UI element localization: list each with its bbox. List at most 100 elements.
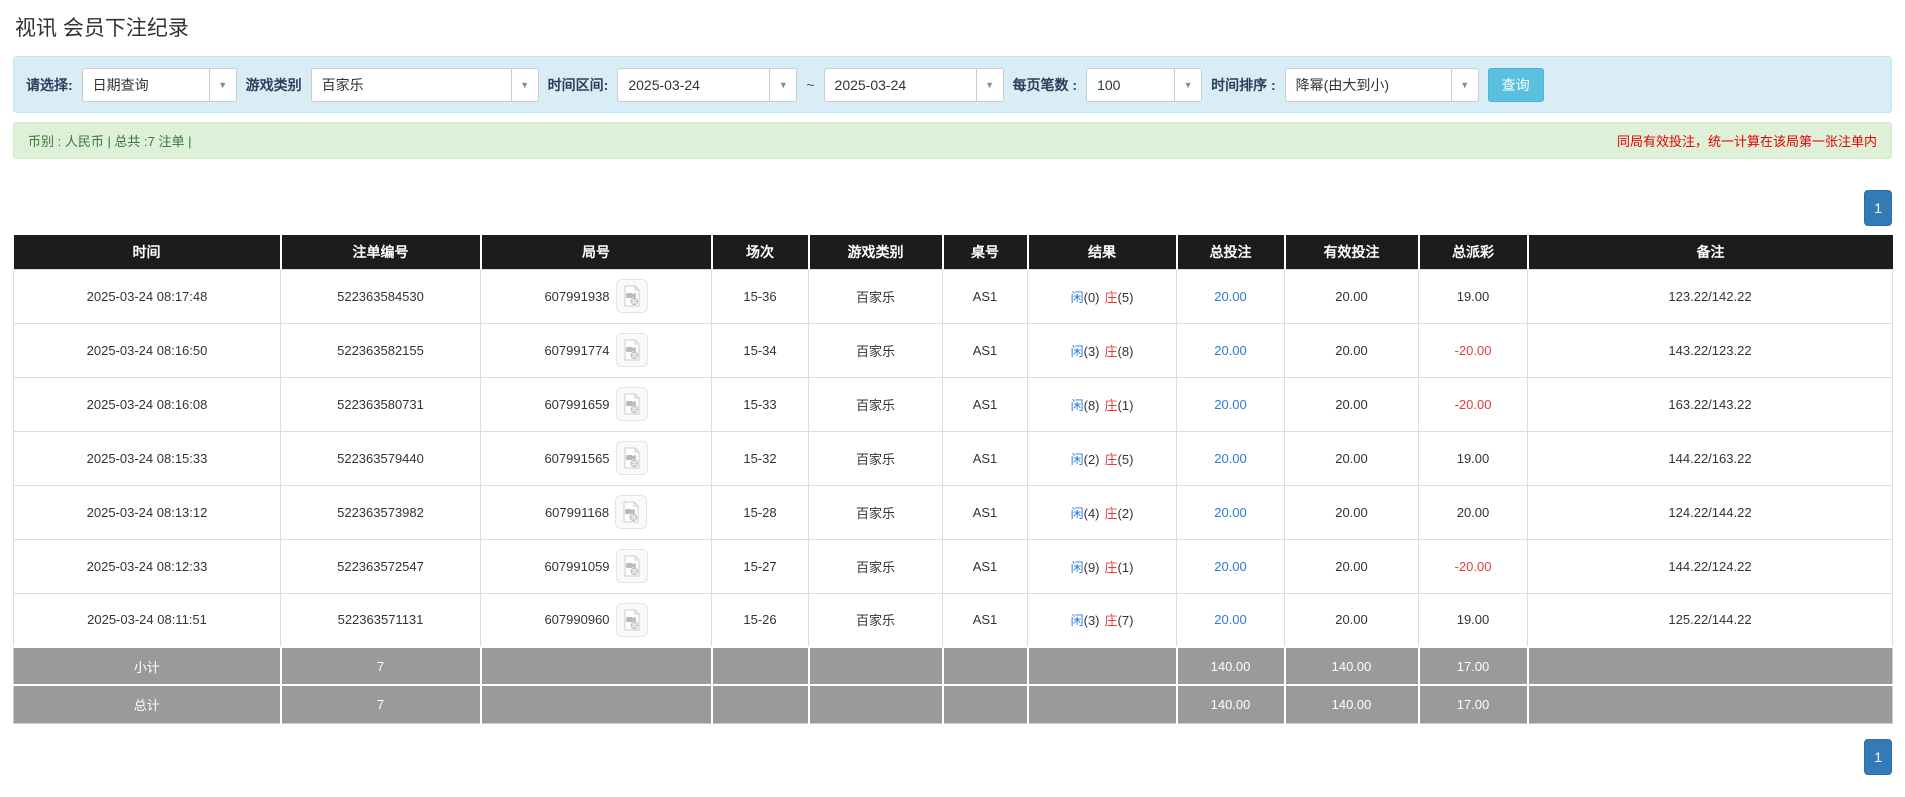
sort-order-value: 降幂(由大到小) <box>1295 76 1389 93</box>
total-bet-link[interactable]: 20.00 <box>1214 505 1247 520</box>
page-size-select[interactable]: 100 ▼ <box>1086 67 1203 102</box>
date-to-value: 2025-03-24 <box>834 76 907 93</box>
subtotal-empty <box>479 646 713 686</box>
grand-total-empty <box>807 684 944 724</box>
cell-time: 2025-03-24 08:16:08 <box>13 376 281 432</box>
cell-valid-bet: 20.00 <box>1284 430 1419 486</box>
round-id: 607991168 <box>544 504 610 520</box>
cell-table-no: AS1 <box>942 592 1028 648</box>
cell-session: 15-28 <box>711 484 809 540</box>
page-size-label: 每页笔数 : <box>1012 76 1078 93</box>
cell-round: 607991059 <box>480 538 712 594</box>
cell-round: 607991168 <box>480 484 712 540</box>
table-row: 2025-03-24 08:15:33 522363579440 6079915… <box>13 430 1893 486</box>
subtotal-valid-bet: 140.00 <box>1283 646 1420 686</box>
result-banker-label: 庄 <box>1104 613 1118 629</box>
grand-total-empty <box>1026 684 1178 724</box>
cell-result: 闲(3) 庄(8) <box>1027 322 1177 378</box>
betting-records-table: 时间 注单编号 局号 场次 游戏类别 桌号 结果 总投注 有效投注 总派彩 备注… <box>13 235 1893 724</box>
result-player-label: 闲 <box>1070 559 1084 575</box>
total-bet-link[interactable]: 20.00 <box>1214 343 1247 358</box>
cell-round: 607990960 <box>480 592 712 648</box>
cell-table-no: AS1 <box>942 376 1028 432</box>
video-replay-button[interactable] <box>615 387 648 421</box>
round-id: 607991938 <box>544 288 610 304</box>
result-player-label: 闲 <box>1070 343 1084 359</box>
result-banker-label: 庄 <box>1104 289 1118 305</box>
total-bet-link[interactable]: 20.00 <box>1214 397 1247 412</box>
result-banker-label: 庄 <box>1104 343 1118 359</box>
result-banker-score: (1) <box>1117 397 1134 413</box>
table-row: 2025-03-24 08:16:50 522363582155 6079917… <box>13 322 1893 378</box>
video-replay-button[interactable] <box>615 602 648 637</box>
col-header-valid-bet: 有效投注 <box>1283 235 1420 269</box>
table-row: 2025-03-24 08:16:08 522363580731 6079916… <box>13 376 1893 432</box>
video-file-icon <box>624 555 640 577</box>
page-1-button[interactable]: 1 <box>1864 190 1892 226</box>
sort-order-select[interactable]: 降幂(由大到小) ▼ <box>1284 67 1479 102</box>
cell-game: 百家乐 <box>808 268 943 324</box>
cell-remark: 144.22/124.22 <box>1527 538 1893 594</box>
video-file-icon <box>624 285 640 307</box>
date-to-select[interactable]: 2025-03-24 ▼ <box>823 67 1004 102</box>
table-row: 2025-03-24 08:13:12 522363573982 6079911… <box>13 484 1893 540</box>
col-header-game: 游戏类别 <box>807 235 944 269</box>
chevron-down-icon: ▼ <box>975 68 1003 101</box>
result-player-label: 闲 <box>1070 451 1084 467</box>
cell-result: 闲(3) 庄(7) <box>1027 592 1177 648</box>
video-file-icon <box>624 393 640 415</box>
date-from-select[interactable]: 2025-03-24 ▼ <box>617 67 798 102</box>
query-type-select[interactable]: 日期查询 ▼ <box>81 67 237 102</box>
video-replay-button[interactable] <box>615 549 648 583</box>
cell-total-bet: 20.00 <box>1176 592 1285 648</box>
cell-time: 2025-03-24 08:16:50 <box>13 322 281 378</box>
total-bet-link[interactable]: 20.00 <box>1214 559 1247 574</box>
subtotal-payout: 17.00 <box>1417 646 1529 686</box>
video-replay-button[interactable] <box>615 279 648 313</box>
col-header-session: 场次 <box>710 235 810 269</box>
subtotal-total-bet: 140.00 <box>1175 646 1286 686</box>
video-replay-button[interactable] <box>615 495 648 529</box>
col-header-total-bet: 总投注 <box>1175 235 1286 269</box>
cell-game: 百家乐 <box>808 376 943 432</box>
cell-session: 15-26 <box>711 592 809 648</box>
cell-result: 闲(2) 庄(5) <box>1027 430 1177 486</box>
cell-time: 2025-03-24 08:12:33 <box>13 538 281 594</box>
round-id: 607991059 <box>544 558 610 574</box>
subtotal-empty <box>1526 646 1893 686</box>
subtotal-label: 小计 <box>13 646 282 686</box>
total-bet-link[interactable]: 20.00 <box>1214 612 1247 627</box>
grand-total-payout: 17.00 <box>1417 684 1529 724</box>
page-1-button[interactable]: 1 <box>1864 738 1892 775</box>
cell-remark: 125.22/144.22 <box>1527 592 1893 648</box>
cell-total-bet: 20.00 <box>1176 484 1285 540</box>
table-header-row: 时间 注单编号 局号 场次 游戏类别 桌号 结果 总投注 有效投注 总派彩 备注 <box>13 235 1893 269</box>
search-button[interactable]: 查询 <box>1487 67 1544 102</box>
col-header-payout: 总派彩 <box>1417 235 1529 269</box>
video-replay-button[interactable] <box>615 333 648 367</box>
currency-total-text: 币别 : 人民币 | 总共 :7 注单 | <box>28 134 192 149</box>
cell-bet-id: 522363572547 <box>280 538 481 594</box>
cell-session: 15-33 <box>711 376 809 432</box>
total-bet-link[interactable]: 20.00 <box>1214 451 1247 466</box>
cell-remark: 143.22/123.22 <box>1527 322 1893 378</box>
query-type-label: 请选择: <box>26 76 73 93</box>
cell-round: 607991565 <box>480 430 712 486</box>
cell-valid-bet: 20.00 <box>1284 268 1419 324</box>
pagination-top: 1 <box>13 190 1892 226</box>
cell-valid-bet: 20.00 <box>1284 484 1419 540</box>
cell-payout: -20.00 <box>1418 376 1528 432</box>
video-replay-button[interactable] <box>615 441 648 475</box>
cell-result: 闲(9) 庄(1) <box>1027 538 1177 594</box>
game-category-select[interactable]: 百家乐 ▼ <box>310 67 539 102</box>
grand-total-valid-bet: 140.00 <box>1283 684 1420 724</box>
subtotal-empty <box>1026 646 1178 686</box>
cell-remark: 123.22/142.22 <box>1527 268 1893 324</box>
col-header-table-no: 桌号 <box>941 235 1029 269</box>
cell-payout: -20.00 <box>1418 538 1528 594</box>
result-player-score: (3) <box>1083 613 1100 629</box>
result-player-score: (2) <box>1083 451 1100 467</box>
cell-remark: 163.22/143.22 <box>1527 376 1893 432</box>
total-bet-link[interactable]: 20.00 <box>1214 289 1247 304</box>
round-id: 607991659 <box>544 396 610 412</box>
